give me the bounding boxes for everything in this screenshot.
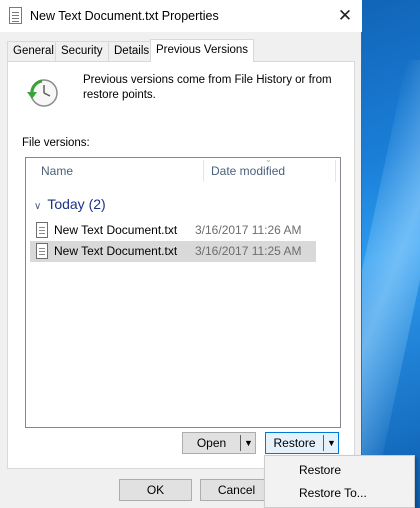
cancel-button[interactable]: Cancel	[200, 479, 273, 501]
restore-button-label[interactable]: Restore	[266, 433, 323, 453]
previous-versions-panel: Previous versions come from File History…	[7, 61, 355, 469]
window-title: New Text Document.txt Properties	[30, 9, 219, 23]
file-name: New Text Document.txt	[54, 244, 178, 258]
tab-strip: General Security Details Previous Versio…	[7, 39, 355, 62]
file-versions-list[interactable]: Name ⌄ Date modified ∨ Today (2) New Text…	[25, 155, 341, 428]
title-bar[interactable]: New Text Document.txt Properties ✕	[0, 0, 362, 32]
open-split-button[interactable]: Open ▼	[182, 432, 256, 454]
properties-dialog: New Text Document.txt Properties ✕ Gener…	[0, 0, 362, 508]
ok-button[interactable]: OK	[119, 479, 192, 501]
info-text: Previous versions come from File History…	[83, 74, 332, 101]
open-button-label[interactable]: Open	[183, 433, 240, 453]
file-date: 3/16/2017 11:25 AM	[195, 244, 302, 258]
close-button[interactable]: ✕	[328, 2, 362, 30]
group-header-today[interactable]: ∨ Today (2)	[34, 196, 106, 212]
menu-item-restore[interactable]: Restore	[299, 463, 341, 477]
text-document-icon	[36, 222, 48, 238]
split-separator	[240, 435, 241, 451]
list-item[interactable]: New Text Document.txt 3/16/2017 11:26 AM	[30, 220, 316, 241]
column-header-date-modified[interactable]: Date modified	[211, 158, 285, 184]
tab-details[interactable]: Details	[108, 41, 156, 61]
file-versions-label: File versions:	[22, 137, 90, 149]
tab-general[interactable]: General	[7, 41, 60, 61]
column-header-name[interactable]: Name	[41, 158, 73, 184]
file-history-clock-icon	[27, 79, 58, 107]
column-separator[interactable]	[203, 160, 204, 182]
list-item[interactable]: New Text Document.txt 3/16/2017 11:25 AM	[30, 241, 316, 262]
restore-dropdown-menu: Restore Restore To...	[264, 455, 415, 508]
text-document-icon	[9, 7, 22, 24]
file-date: 3/16/2017 11:26 AM	[195, 223, 302, 237]
restore-split-button[interactable]: Restore ▼	[265, 432, 339, 454]
file-name: New Text Document.txt	[54, 223, 178, 237]
restore-dropdown-arrow-icon[interactable]: ▼	[327, 433, 336, 453]
menu-item-restore-to[interactable]: Restore To...	[299, 486, 367, 500]
split-separator	[323, 435, 324, 451]
column-separator[interactable]	[335, 160, 336, 182]
chevron-down-icon: ∨	[34, 201, 42, 212]
open-dropdown-arrow-icon[interactable]: ▼	[244, 433, 253, 453]
tab-previous-versions[interactable]: Previous Versions	[150, 39, 255, 62]
text-document-icon	[36, 243, 48, 259]
tab-security[interactable]: Security	[55, 41, 109, 61]
group-label: Today (2)	[47, 196, 106, 212]
